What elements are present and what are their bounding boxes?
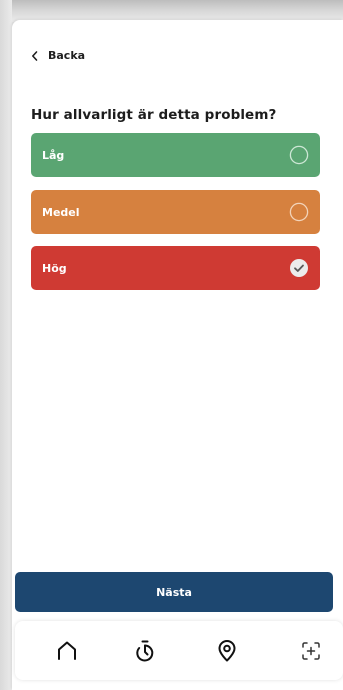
tab-home[interactable] xyxy=(54,638,80,664)
tab-timer[interactable] xyxy=(132,638,158,664)
location-pin-icon xyxy=(218,640,236,662)
back-label: Backa xyxy=(48,49,86,62)
tab-location[interactable] xyxy=(214,638,240,664)
device-frame-left xyxy=(0,0,12,690)
option-high[interactable]: Hög xyxy=(31,246,320,290)
back-button[interactable]: Backa xyxy=(30,49,85,62)
question-title: Hur allvarligt är detta problem? xyxy=(31,107,277,123)
radio-unchecked-icon[interactable] xyxy=(289,202,309,222)
scan-add-icon xyxy=(302,642,320,660)
option-label: Låg xyxy=(42,148,65,162)
home-icon xyxy=(58,641,76,660)
next-button-label: Nästa xyxy=(156,585,192,599)
option-label: Hög xyxy=(42,261,67,275)
option-medium[interactable]: Medel xyxy=(31,190,320,234)
next-button[interactable]: Nästa xyxy=(15,572,333,612)
bottom-tab-bar xyxy=(15,621,343,680)
option-label: Medel xyxy=(42,205,80,219)
radio-unchecked-icon[interactable] xyxy=(289,145,309,165)
device-frame-top xyxy=(0,0,343,22)
radio-checked-icon[interactable] xyxy=(289,258,309,278)
option-low[interactable]: Låg xyxy=(31,133,320,177)
timer-icon xyxy=(136,640,154,662)
tab-scan[interactable] xyxy=(298,638,324,664)
chevron-left-icon xyxy=(31,50,38,61)
